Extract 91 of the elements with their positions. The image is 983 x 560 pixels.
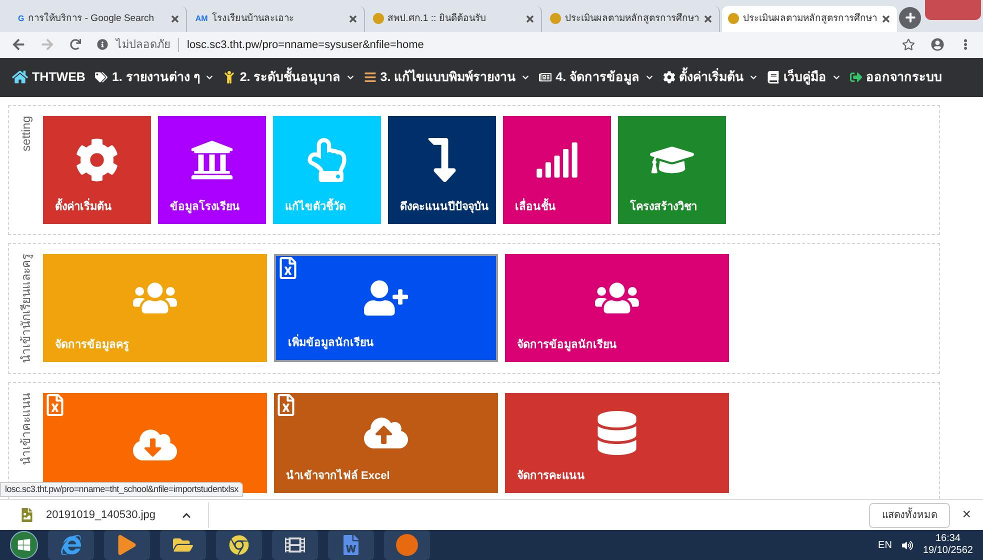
section-title: นำเข้าคะแนน bbox=[18, 392, 34, 465]
nav-item[interactable]: 1. รายงานต่าง ๆ bbox=[95, 68, 214, 87]
close-icon[interactable] bbox=[348, 14, 358, 24]
account-icon[interactable] bbox=[931, 38, 944, 52]
security-label: ไม่ปลอดภัย bbox=[116, 37, 170, 53]
browser-tab[interactable]: ประเมินผลตามหลักสูตรการศึกษา bbox=[722, 6, 898, 32]
close-button[interactable]: × bbox=[962, 504, 971, 526]
section-title: setting bbox=[18, 116, 34, 152]
menu-tile[interactable]: จัดการข้อมูลนักเรียน bbox=[505, 254, 729, 362]
taskbar-app[interactable] bbox=[48, 530, 94, 560]
chrome-icon bbox=[229, 535, 249, 555]
show-all-button[interactable]: แสดงทั้งหมด bbox=[869, 502, 950, 528]
emblem-icon bbox=[550, 13, 561, 24]
clock[interactable]: 16:34 19/10/2562 bbox=[922, 532, 973, 558]
back-icon[interactable] bbox=[12, 38, 25, 52]
menu-tile[interactable]: จัดการคะแนน bbox=[505, 392, 729, 493]
figure-icon bbox=[223, 71, 236, 84]
nav-item[interactable]: ออกจากระบบ bbox=[850, 68, 942, 87]
newspaper-icon bbox=[539, 71, 552, 84]
language-indicator[interactable]: EN bbox=[878, 538, 892, 552]
nav-item[interactable]: 3. แก้ไขแบบพิมพ์รายงาน bbox=[364, 68, 530, 87]
browser-icon bbox=[61, 535, 81, 555]
info-icon bbox=[97, 39, 108, 50]
taskbar-app[interactable] bbox=[272, 530, 318, 560]
tab-title: โรงเรียนบ้านละเอาะ bbox=[212, 12, 295, 26]
home-icon bbox=[12, 69, 28, 86]
book-icon bbox=[767, 71, 780, 84]
database-icon bbox=[595, 410, 639, 455]
word-icon bbox=[341, 535, 361, 555]
pointing-hand-icon bbox=[305, 138, 349, 182]
menu-tile[interactable]: เพิ่มข้อมูลนักเรียน bbox=[274, 254, 498, 362]
close-icon[interactable] bbox=[881, 14, 892, 24]
download-filename[interactable]: 20191019_140530.jpg bbox=[46, 506, 156, 524]
tab-title: ประเมินผลตามหลักสูตรการศึกษา bbox=[742, 12, 878, 26]
emblem-icon bbox=[728, 13, 739, 24]
tile-label: จัดการข้อมูลครู bbox=[54, 338, 130, 354]
settings-icon bbox=[662, 71, 676, 84]
plus-icon bbox=[904, 12, 916, 24]
tile-label: เพิ่มข้อมูลนักเรียน bbox=[276, 335, 386, 360]
nav-item[interactable]: ตั้งค่าเริ่มต้น bbox=[662, 68, 758, 87]
tile-label: โครงสร้างวิชา bbox=[628, 199, 698, 216]
menu-tile[interactable]: นำเข้าจากไฟล์ Excel bbox=[274, 392, 498, 493]
menu-icon bbox=[364, 71, 376, 84]
windows-icon bbox=[17, 538, 31, 552]
close-icon[interactable] bbox=[524, 14, 535, 24]
tile-label: ตั้งค่าเริ่มต้น bbox=[43, 199, 124, 224]
tab-favicon: AM bbox=[195, 12, 208, 25]
reload-icon[interactable] bbox=[70, 39, 81, 50]
star-icon[interactable] bbox=[902, 38, 915, 52]
url-text: losc.sc3.tht.pw/pro=nname=sysuser&nfile=home bbox=[187, 38, 424, 53]
tile-label: ดึงคะแนนปีปัจจุบัน bbox=[399, 200, 490, 216]
media-player-icon bbox=[117, 535, 137, 555]
caret-icon[interactable] bbox=[182, 510, 191, 520]
taskbar-app[interactable] bbox=[328, 530, 374, 560]
taskbar-app[interactable] bbox=[104, 530, 150, 560]
close-icon[interactable] bbox=[702, 14, 713, 24]
nav-item[interactable]: 4. จัดการข้อมูล bbox=[539, 68, 653, 87]
tile-label: จัดการข้อมูลนักเรียน bbox=[516, 338, 618, 354]
tile-label: เลื่อนชั้น bbox=[503, 199, 568, 224]
tile-label: ข้อมูลโรงเรียน bbox=[169, 199, 241, 216]
close-icon[interactable] bbox=[170, 14, 180, 24]
menu-tile[interactable]: ดึงคะแนนปีปัจจุบัน bbox=[388, 116, 496, 224]
tile-label: แก้ไขตัวชี้วัด bbox=[273, 199, 358, 224]
tile-label: จัดการคะแนน bbox=[516, 468, 586, 484]
nav-item[interactable]: THTWEB bbox=[12, 68, 86, 87]
tag-icon bbox=[95, 71, 108, 84]
app-logo-icon bbox=[396, 534, 418, 556]
tab-title: การให้บริการ - Google Search bbox=[28, 12, 156, 26]
emblem-icon bbox=[372, 13, 384, 24]
menu-tile[interactable]: ตั้งค่าเริ่มต้น bbox=[43, 116, 151, 224]
menu-tile[interactable]: ข้อมูลโรงเรียน bbox=[158, 116, 266, 224]
logout-icon bbox=[850, 71, 862, 84]
taskbar-app[interactable] bbox=[216, 530, 262, 560]
taskbar-app[interactable] bbox=[160, 530, 206, 560]
settings-icon bbox=[75, 138, 119, 182]
image-file-icon bbox=[20, 508, 34, 522]
new-tab-button[interactable] bbox=[899, 6, 922, 29]
menu-tile[interactable]: เลื่อนชั้น bbox=[503, 116, 611, 224]
clapper-icon bbox=[285, 535, 305, 555]
tab-title: ประเมินผลตามหลักสูตรการศึกษา bbox=[564, 12, 699, 26]
nav-item[interactable]: 2. ระดับชั้นอนุบาล bbox=[223, 68, 354, 87]
nav-item[interactable]: เว็บคู่มือ bbox=[767, 68, 840, 87]
taskbar-app[interactable] bbox=[384, 530, 430, 560]
status-url-tooltip: losc.sc3.tht.pw/pro=nname=tht_school&nfile=importstudentxlsx bbox=[0, 482, 244, 498]
tab-favicon: G bbox=[18, 12, 24, 25]
start-button[interactable] bbox=[10, 531, 38, 559]
menu-tile[interactable]: โครงสร้างวิชา bbox=[618, 116, 726, 224]
tab-title: สพป.ศก.1 :: ยินดีต้อนรับ bbox=[388, 12, 487, 26]
section-title: นำเข้านักเรียนและครู bbox=[18, 254, 34, 363]
speaker-icon[interactable] bbox=[902, 540, 913, 550]
tile-label: นำเข้าจากไฟล์ Excel bbox=[285, 468, 391, 484]
